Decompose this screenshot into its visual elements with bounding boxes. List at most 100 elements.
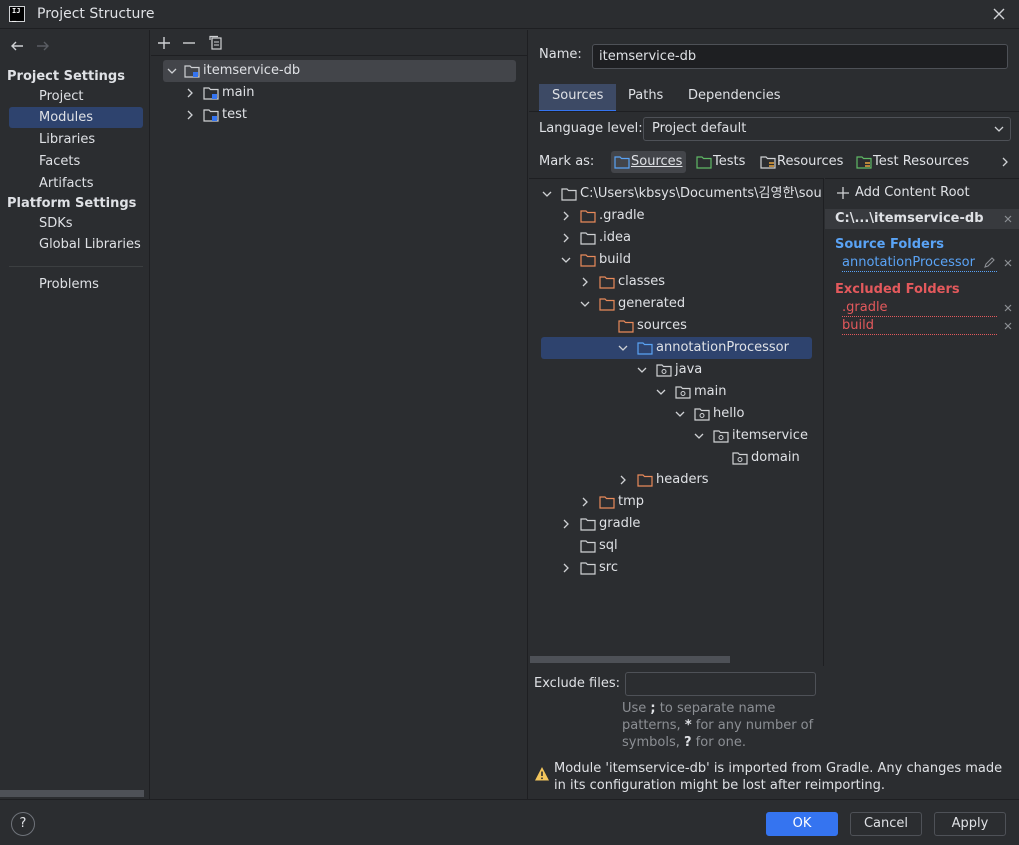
sidebar-item-facets[interactable]: Facets — [9, 151, 143, 172]
content-tree-row[interactable]: hello — [529, 403, 819, 425]
module-details-panel: Name: itemservice-db Sources Paths Depen… — [529, 30, 1019, 799]
source-folder-entry[interactable]: annotationProcessor — [842, 255, 997, 272]
close-icon[interactable] — [1003, 258, 1013, 268]
tab-dependencies[interactable]: Dependencies — [675, 84, 794, 112]
excluded-folder-icon — [599, 298, 615, 311]
test-resources-folder-icon — [856, 156, 872, 169]
content-tree-row[interactable]: java — [529, 359, 819, 381]
content-tree-row-label: generated — [618, 296, 686, 311]
content-tree-scrollbar[interactable] — [530, 656, 730, 663]
excluded-folder-entry[interactable]: build — [842, 318, 997, 335]
content-tree-row-label: src — [599, 560, 618, 575]
module-tree-item-label: main — [222, 85, 255, 100]
chevron-down-icon[interactable] — [579, 298, 591, 310]
sidebar-divider — [9, 266, 143, 267]
module-tree-root[interactable]: itemservice-db — [163, 60, 516, 82]
sidebar-item-global-libraries[interactable]: Global Libraries — [9, 234, 143, 255]
copy-icon[interactable] — [208, 35, 224, 51]
test-folder-icon — [696, 156, 712, 169]
apply-button[interactable]: Apply — [934, 812, 1006, 836]
content-tree-row[interactable]: itemservice — [529, 425, 819, 447]
chevron-right-icon[interactable] — [579, 276, 591, 288]
content-tree-row[interactable]: .gradle — [529, 205, 819, 227]
folder-icon — [561, 188, 577, 201]
chevron-down-icon[interactable] — [166, 65, 178, 77]
chevron-right-icon[interactable] — [617, 474, 629, 486]
content-tree-row[interactable]: .idea — [529, 227, 819, 249]
content-tree-row[interactable]: sources — [529, 315, 819, 337]
content-tree-row[interactable]: domain — [529, 447, 819, 469]
content-tree-row[interactable]: gradle — [529, 513, 819, 535]
sidebar-item-modules[interactable]: Modules — [9, 107, 143, 128]
add-content-root-button[interactable]: Add Content Root — [855, 185, 970, 200]
excluded-folder-entry[interactable]: .gradle — [842, 300, 997, 317]
sidebar-item-project[interactable]: Project — [9, 86, 143, 107]
chevron-down-icon[interactable] — [693, 430, 705, 442]
tab-sources[interactable]: Sources — [539, 84, 617, 112]
exclude-files-input[interactable] — [625, 672, 816, 696]
module-name-input[interactable]: itemservice-db — [592, 44, 1008, 69]
module-tree-item-test[interactable]: test — [163, 104, 516, 126]
chevron-right-icon[interactable] — [999, 156, 1011, 168]
chevron-right-icon[interactable] — [560, 518, 572, 530]
content-tree-row[interactable]: classes — [529, 271, 819, 293]
mark-as-label: Mark as: — [539, 154, 595, 169]
mark-as-test-resources-button[interactable]: Test Resources — [853, 151, 973, 173]
forward-arrow-icon[interactable] — [35, 38, 51, 54]
chevron-down-icon[interactable] — [560, 254, 572, 266]
chevron-right-icon[interactable] — [184, 109, 196, 121]
close-icon[interactable] — [1003, 303, 1013, 313]
chevron-down-icon[interactable] — [617, 342, 629, 354]
sidebar-item-problems[interactable]: Problems — [9, 274, 143, 295]
mark-as-sources-button[interactable]: Sources — [611, 151, 687, 173]
chevron-right-icon[interactable] — [560, 210, 572, 222]
close-icon[interactable] — [1003, 214, 1013, 224]
project-settings-header: Project Settings — [7, 69, 125, 84]
chevron-down-icon[interactable] — [655, 386, 667, 398]
content-tree-row-label: .gradle — [599, 208, 645, 223]
mark-as-tests-button[interactable]: Tests — [693, 151, 749, 173]
module-folder-icon — [203, 109, 219, 122]
close-icon[interactable] — [1003, 321, 1013, 331]
sidebar-item-libraries[interactable]: Libraries — [9, 129, 143, 150]
module-tree-item-main[interactable]: main — [163, 82, 516, 104]
back-arrow-icon[interactable] — [9, 38, 25, 54]
content-tree-row-label: build — [599, 252, 631, 267]
chevron-down-icon — [994, 126, 1004, 132]
content-tree-row[interactable]: generated — [529, 293, 819, 315]
close-icon[interactable] — [989, 4, 1009, 24]
sidebar-scrollbar[interactable] — [0, 790, 144, 797]
language-level-select[interactable]: Project default — [643, 117, 1011, 141]
remove-icon[interactable] — [181, 35, 197, 51]
content-tree-row[interactable]: main — [529, 381, 819, 403]
help-button[interactable]: ? — [11, 812, 35, 836]
content-tree-row[interactable]: C:\Users\kbsys\Documents\김영한\sou — [529, 183, 822, 205]
cancel-button[interactable]: Cancel — [850, 812, 922, 836]
chevron-down-icon[interactable] — [674, 408, 686, 420]
content-tree-row[interactable]: build — [529, 249, 819, 271]
chevron-right-icon[interactable] — [560, 562, 572, 574]
content-tree-row[interactable]: tmp — [529, 491, 819, 513]
mark-as-resources-button[interactable]: Resources — [757, 151, 847, 173]
excluded-folder-icon — [599, 496, 615, 509]
sidebar-item-artifacts[interactable]: Artifacts — [9, 173, 143, 194]
chevron-down-icon[interactable] — [541, 188, 553, 200]
chevron-right-icon[interactable] — [579, 496, 591, 508]
mark-as-tests-label: Tests — [713, 154, 746, 169]
add-icon[interactable] — [837, 187, 849, 199]
content-tree-row[interactable]: headers — [529, 469, 819, 491]
content-tree-row[interactable]: src — [529, 557, 819, 579]
content-tree-row[interactable]: sql — [529, 535, 819, 557]
chevron-right-icon[interactable] — [184, 87, 196, 99]
chevron-right-icon[interactable] — [560, 232, 572, 244]
tab-paths[interactable]: Paths — [615, 84, 676, 112]
edit-icon[interactable] — [983, 257, 995, 269]
content-tree-row[interactable]: annotationProcessor — [529, 337, 819, 359]
ok-button[interactable]: OK — [766, 812, 838, 836]
content-tree-row-label: tmp — [618, 494, 645, 509]
sidebar-item-sdks[interactable]: SDKs — [9, 213, 143, 234]
chevron-down-icon[interactable] — [636, 364, 648, 376]
add-icon[interactable] — [156, 35, 172, 51]
excluded-folder-icon — [618, 320, 634, 333]
title-bar: IJ _ Project Structure — [0, 0, 1019, 29]
